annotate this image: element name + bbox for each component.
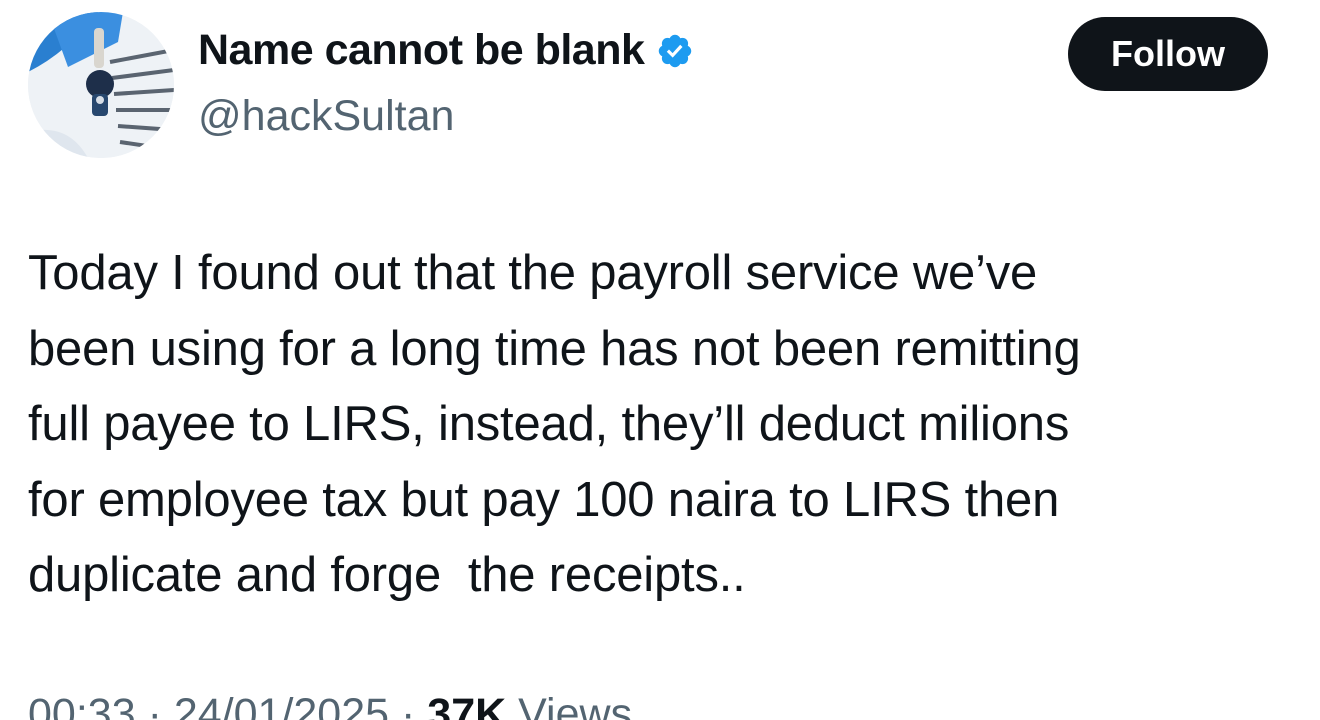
tweet-metadata: 00:33 · 24/01/2025 · 37K Views [28,690,632,720]
views-count[interactable]: 37K [427,690,506,720]
tweet-text: Today I found out that the payroll servi… [28,246,1081,602]
author-name[interactable]: Name cannot be blank [198,26,694,75]
tweet-time[interactable]: 00:33 [28,690,136,720]
meta-separator: · [147,690,162,720]
meta-separator: · [401,690,416,720]
follow-button[interactable]: Follow [1068,17,1268,91]
views-label: Views [518,690,633,720]
tweet-date[interactable]: 24/01/2025 [174,690,389,720]
profile-photo-icon [28,12,174,158]
display-name-text[interactable]: Name cannot be blank [198,26,645,75]
verified-badge-icon[interactable] [656,32,694,70]
author-handle[interactable]: @hackSultan [198,92,454,141]
avatar[interactable] [28,12,174,158]
